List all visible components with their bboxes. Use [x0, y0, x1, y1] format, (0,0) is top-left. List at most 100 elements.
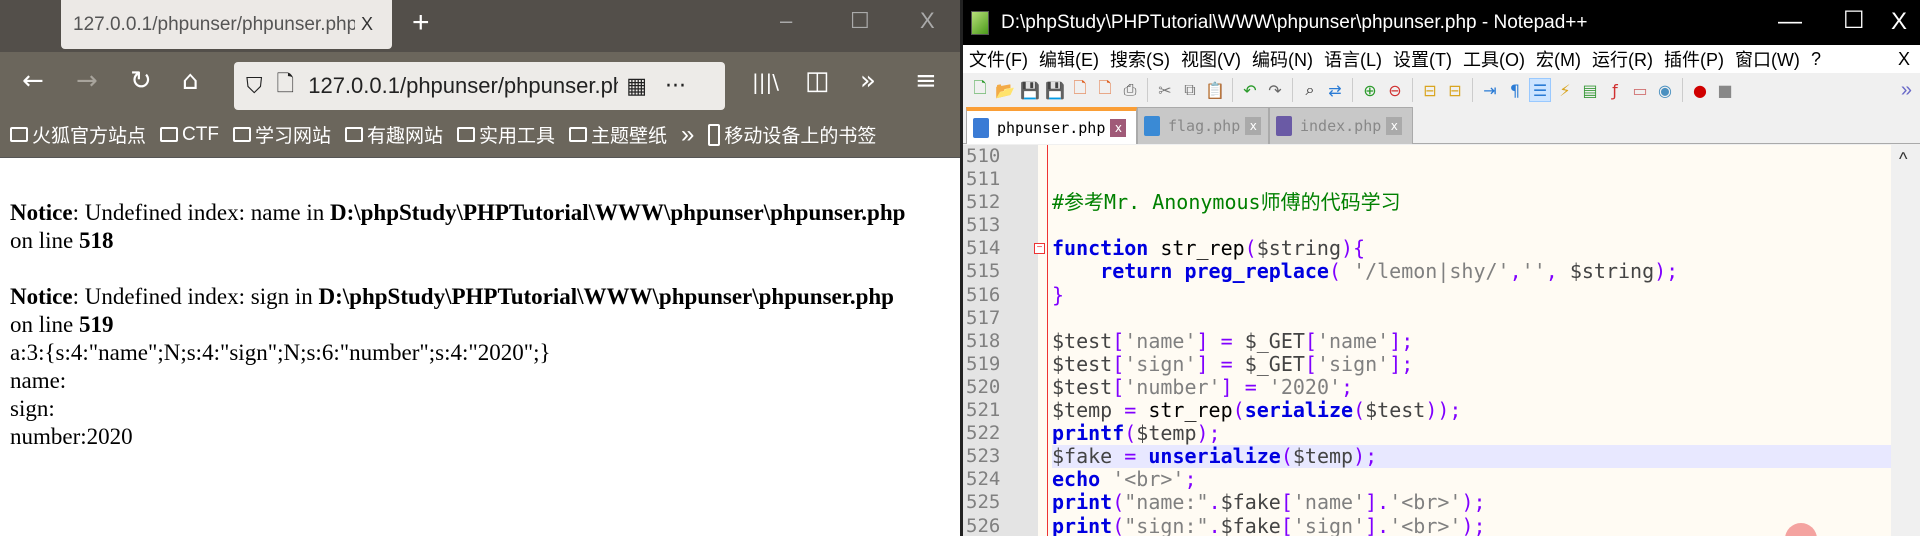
code-token: $_GET [1244, 351, 1305, 376]
shield-icon[interactable]: ⛉ [246, 74, 263, 99]
home-icon[interactable]: ⌂ [182, 66, 199, 96]
code-token: $string [1256, 236, 1341, 261]
code-line: 513 [963, 214, 1891, 237]
menu-item[interactable]: ? [1811, 49, 1821, 70]
tab-close-icon[interactable]: x [1110, 118, 1127, 137]
tab-flag-php[interactable]: flag.php x [1137, 107, 1269, 144]
fold-collapse-icon[interactable]: − [1034, 243, 1045, 255]
code-token: [ [1304, 328, 1317, 353]
new-file-icon[interactable]: 🗋 [969, 78, 991, 102]
toolbar-separator [1147, 78, 1148, 102]
code-editor[interactable]: 510 511 512 #参考Mr. Anonymous师傅的代码学习 513 514 − f… [963, 145, 1920, 536]
cut-icon[interactable]: ✂ [1154, 78, 1176, 102]
close-icon[interactable]: 🗋 [1069, 78, 1091, 102]
tab-close-icon[interactable]: x [1386, 117, 1403, 135]
mobile-bookmarks[interactable]: 移动设备上的书签 [708, 121, 876, 148]
menu-item[interactable]: 插件(P) [1664, 46, 1724, 72]
notice-line-number: 519 [79, 312, 114, 337]
menu-item[interactable]: 工具(O) [1463, 46, 1525, 72]
tab-phpunser-php[interactable]: phpunser.php x [966, 107, 1137, 144]
minimize-icon[interactable]: — [1778, 8, 1802, 36]
close-window-icon[interactable]: X [1891, 8, 1907, 36]
stop-macro-icon[interactable]: ■ [1714, 78, 1736, 102]
copy-icon[interactable]: ⧉ [1179, 78, 1201, 102]
scroll-up-icon[interactable]: ^ [1899, 149, 1907, 170]
record-macro-icon[interactable]: ● [1689, 78, 1711, 102]
menu-item[interactable]: 语言(L) [1324, 46, 1382, 72]
tab-close-icon[interactable]: x [1245, 117, 1262, 135]
undo-icon[interactable]: ↶ [1239, 78, 1261, 102]
code-token: . [1208, 513, 1221, 536]
word-wrap-icon[interactable]: ⇥ [1479, 78, 1501, 102]
forward-icon[interactable]: → [76, 66, 98, 96]
menu-item[interactable]: 编辑(E) [1039, 46, 1099, 72]
menu-item[interactable]: 设置(T) [1393, 46, 1452, 72]
document-map-icon[interactable]: ▤ [1579, 78, 1601, 102]
tab-index-php[interactable]: index.php x [1269, 107, 1413, 144]
reload-icon[interactable]: ↻ [130, 66, 152, 96]
replace-icon[interactable]: ⇄ [1324, 78, 1346, 102]
open-file-icon[interactable]: 📂 [994, 78, 1016, 102]
sync-vertical-icon[interactable]: ⊟ [1419, 78, 1441, 102]
menu-icon[interactable]: ≡ [915, 66, 937, 96]
save-icon[interactable]: 💾 [1019, 78, 1041, 102]
vertical-scrollbar[interactable]: ^ [1891, 145, 1920, 536]
code-token: "sign:" [1124, 513, 1209, 536]
code-text: $test['number'] = '2020'; [1052, 375, 1891, 399]
bookmark-folder[interactable]: 有趣网站 [344, 121, 443, 148]
zoom-out-icon[interactable]: ⊖ [1384, 78, 1406, 102]
menu-item[interactable]: 文件(F) [969, 46, 1028, 72]
menu-item[interactable]: 搜索(S) [1110, 46, 1170, 72]
user-language-icon[interactable]: ⚡ [1554, 78, 1576, 102]
tab-close-icon[interactable]: X [361, 14, 373, 35]
back-icon[interactable]: ← [22, 66, 44, 96]
bookmark-folder[interactable]: 学习网站 [232, 121, 331, 148]
serialized-output: a:3:{s:4:"name";N;s:4:"sign";N;s:6:"numb… [10, 340, 551, 365]
folder-workspace-icon[interactable]: ▭ [1629, 78, 1651, 102]
sidebar-icon[interactable]: ◫ [805, 66, 830, 96]
save-all-icon[interactable]: 💾 [1044, 78, 1066, 102]
close-document-icon[interactable]: X [1898, 49, 1910, 70]
bookmark-folder[interactable]: CTF [160, 124, 219, 146]
menu-item[interactable]: 运行(R) [1592, 46, 1653, 72]
bookmark-folder[interactable]: 火狐官方站点 [10, 121, 146, 148]
toolbar-separator [1412, 78, 1413, 102]
toolbar-overflow-icon[interactable]: » [1901, 79, 1912, 102]
find-icon[interactable]: ⌕ [1299, 78, 1321, 102]
library-icon[interactable]: |||\ [752, 70, 779, 94]
sync-horizontal-icon[interactable]: ⊟ [1444, 78, 1466, 102]
code-token: $fake [1220, 490, 1281, 515]
menu-item[interactable]: 视图(V) [1181, 46, 1241, 72]
redo-icon[interactable]: ↷ [1264, 78, 1286, 102]
bookmarks-overflow-icon[interactable]: » [681, 121, 694, 149]
show-all-chars-icon[interactable]: ¶ [1504, 78, 1526, 102]
url-bar[interactable]: ⛉ 🗋 127.0.0.1/phpunser/phpunser.php ▦ ··… [234, 62, 725, 110]
paste-icon[interactable]: 📋 [1204, 78, 1226, 102]
line-number: 514 [966, 237, 1001, 260]
menu-item[interactable]: 编码(N) [1252, 46, 1313, 72]
maximize-icon[interactable]: ☐ [1843, 6, 1865, 35]
qr-code-icon[interactable]: ▦ [626, 74, 647, 99]
bookmark-label: 主题壁纸 [591, 126, 668, 147]
maximize-icon[interactable]: ☐ [850, 8, 870, 34]
menu-item[interactable]: 宏(M) [1536, 46, 1581, 72]
browser-tab-active[interactable]: 127.0.0.1/phpunser/phpunser.php X [61, 0, 392, 49]
bookmark-folder[interactable]: 主题壁纸 [569, 121, 667, 148]
code-line: 516} [963, 283, 1891, 307]
more-actions-icon[interactable]: ··· [665, 74, 686, 99]
close-window-icon[interactable]: X [920, 8, 935, 34]
url-input[interactable]: 127.0.0.1/phpunser/phpunser.php [308, 73, 618, 99]
menu-item[interactable]: 窗口(W) [1735, 46, 1800, 72]
new-tab-button[interactable]: + [412, 6, 430, 40]
function-list-icon[interactable]: ƒ [1604, 78, 1626, 102]
zoom-in-icon[interactable]: ⊕ [1359, 78, 1381, 102]
overflow-icon[interactable]: » [860, 66, 876, 96]
indent-guide-icon[interactable]: ☰ [1529, 78, 1551, 102]
close-all-icon[interactable]: 🗋 [1094, 78, 1116, 102]
monitoring-icon[interactable]: ◉ [1654, 78, 1676, 102]
bookmark-folder[interactable]: 实用工具 [456, 121, 555, 148]
minimize-icon[interactable]: – [780, 8, 792, 34]
print-icon[interactable]: ⎙ [1119, 78, 1141, 102]
notice-text: : Undefined index: sign in [72, 284, 319, 309]
